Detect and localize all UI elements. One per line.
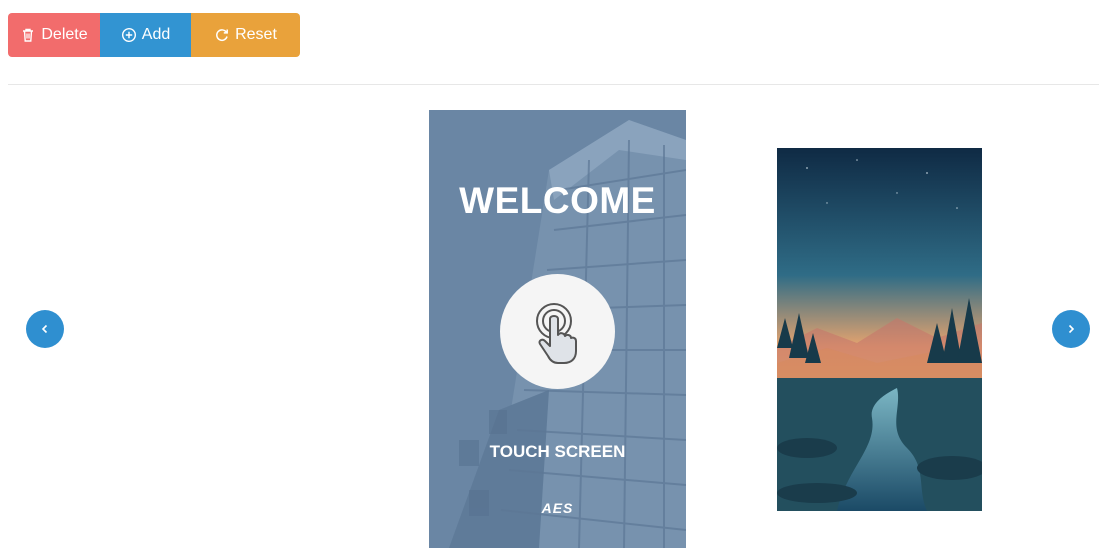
landscape-image: [777, 148, 982, 511]
trash-icon: [23, 28, 34, 42]
plus-circle-icon: [121, 27, 136, 43]
delete-button-label: Delete: [41, 26, 88, 43]
welcome-slide[interactable]: WELCOME TOUCH SCREEN AES: [429, 110, 686, 548]
delete-button[interactable]: Delete: [8, 13, 100, 57]
welcome-title: WELCOME: [459, 180, 656, 221]
carousel-next-button[interactable]: [1052, 310, 1090, 348]
touch-screen-caption: TOUCH SCREEN: [489, 442, 626, 461]
touch-icon-circle: [500, 274, 615, 389]
reset-button[interactable]: Reset: [191, 13, 300, 57]
carousel-prev-button[interactable]: [26, 310, 64, 348]
chevron-right-icon: [1068, 324, 1075, 334]
touch-hand-icon: [535, 302, 577, 364]
chevron-left-icon: [41, 324, 48, 334]
action-toolbar: Delete Add Reset: [8, 13, 300, 57]
add-button-label: Add: [141, 26, 171, 43]
toolbar-divider: [8, 84, 1099, 85]
brand-logo: AES: [541, 500, 574, 516]
landscape-slide[interactable]: [777, 148, 982, 511]
add-button[interactable]: Add: [100, 13, 191, 57]
reset-button-label: Reset: [235, 26, 277, 43]
refresh-icon: [216, 29, 229, 42]
